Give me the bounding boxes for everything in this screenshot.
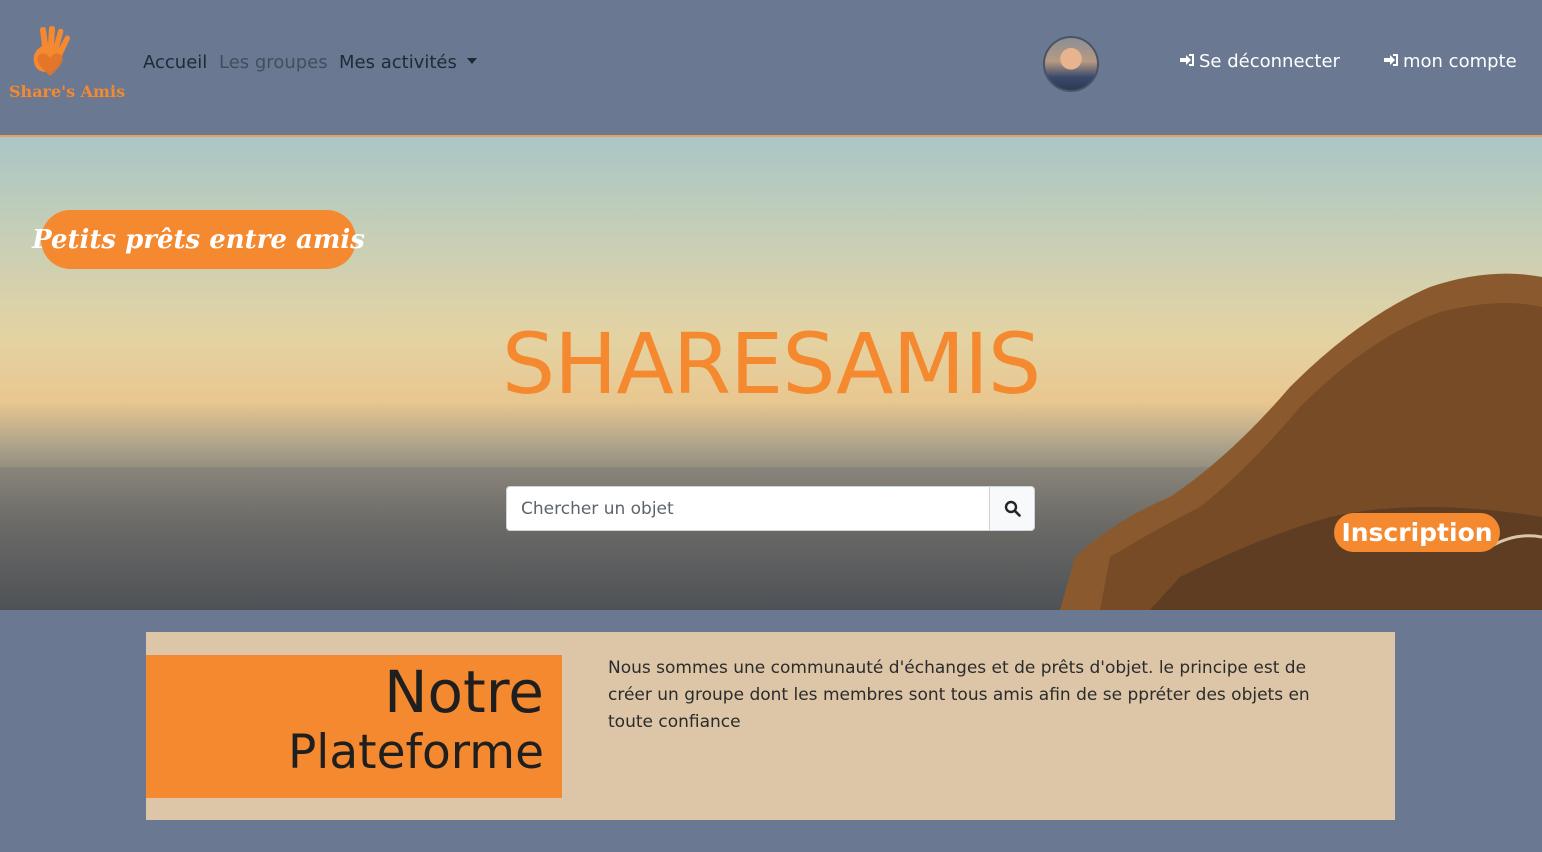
tagline-badge: Petits prêts entre amis xyxy=(32,210,365,269)
nav-mes-activites-dropdown[interactable]: Mes activités xyxy=(339,52,477,73)
logout-link[interactable]: Se déconnecter xyxy=(1180,51,1340,72)
nav-les-groupes[interactable]: Les groupes xyxy=(219,52,328,73)
navbar: Share's Amis Accueil Les groupes Mes act… xyxy=(0,0,1542,137)
hero-title: SHARESAMIS xyxy=(501,315,1041,413)
hero-banner: Petits prêts entre amis SHARESAMIS Inscr… xyxy=(0,137,1542,610)
search-input[interactable] xyxy=(506,486,989,531)
caret-down-icon xyxy=(466,58,477,64)
logout-label: Se déconnecter xyxy=(1199,51,1340,72)
inscription-button[interactable]: Inscription xyxy=(1334,513,1500,552)
search-button[interactable] xyxy=(989,486,1035,531)
user-avatar[interactable] xyxy=(1043,36,1099,92)
platform-title-line2: Plateforme xyxy=(287,725,544,780)
nav-accueil[interactable]: Accueil xyxy=(143,52,207,73)
platform-title-line1: Notre xyxy=(384,658,544,726)
brand-logo[interactable]: Share's Amis xyxy=(6,26,125,102)
nav-mes-activites-label: Mes activités xyxy=(339,52,457,73)
sign-in-icon xyxy=(1180,52,1195,71)
hand-heart-icon xyxy=(33,26,70,76)
platform-section: Notre Plateforme Nous sommes une communa… xyxy=(146,632,1395,820)
account-label: mon compte xyxy=(1403,51,1517,72)
platform-description: Nous sommes une communauté d'échanges et… xyxy=(608,658,1310,732)
search-bar xyxy=(506,486,1035,531)
platform-heading-box: Notre Plateforme xyxy=(146,655,562,798)
sign-in-icon xyxy=(1384,52,1399,71)
account-link[interactable]: mon compte xyxy=(1384,51,1517,72)
search-icon xyxy=(1004,500,1021,517)
brand-name: Share's Amis xyxy=(9,82,126,101)
